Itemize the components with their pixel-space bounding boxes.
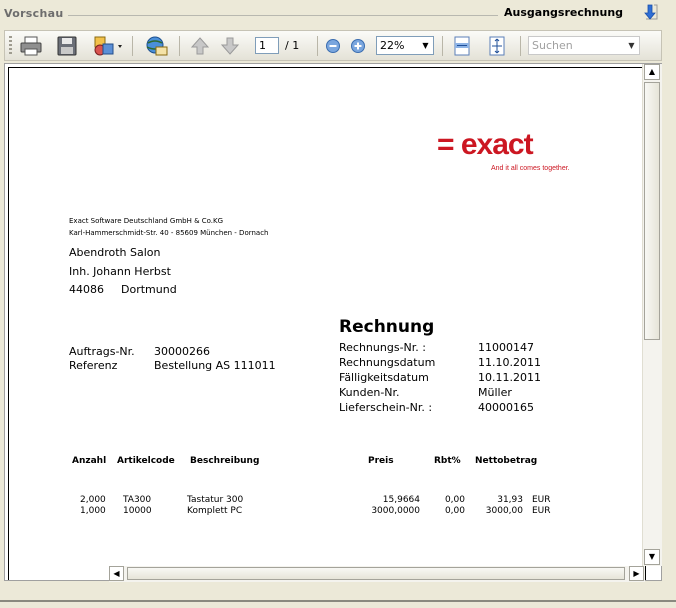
zoom-value: 22% [380,39,405,52]
chevron-down-icon[interactable]: ▼ [625,38,638,53]
sender-line-2: Karl-Hammerschmidt-Str. 40 - 85609 Münch… [69,229,269,237]
next-page-icon[interactable] [219,35,241,57]
chevron-down-icon[interactable]: ▼ [419,38,432,53]
zoom-in-icon[interactable] [349,35,367,57]
reference-value: Bestellung AS 111011 [154,359,276,372]
column-header-net: Nettobetrag [475,456,538,466]
window-title: Vorschau [4,7,64,20]
order-value: 30000266 [154,345,210,358]
page-number-input[interactable]: 1 [255,37,279,54]
horizontal-scrollbar[interactable]: ◀ ▶ [109,566,645,582]
invoice-field-value: Müller [478,386,512,399]
toolbar-separator [317,36,318,56]
invoice-field-value: 40000165 [478,401,534,414]
scroll-up-icon[interactable]: ▲ [644,64,660,80]
row-code: TA300 [123,495,152,505]
page-total-label: / 1 [285,39,300,52]
window-header: Vorschau Ausgangsrechnung [0,0,676,26]
row-description: Tastatur 300 [187,495,244,505]
print-icon[interactable] [19,35,43,57]
save-icon[interactable] [55,35,79,57]
invoice-field-value: 11000147 [478,341,534,354]
row-discount: 0,00 [444,495,465,505]
column-header-price: Preis [368,456,394,466]
row-qty: 1,000 [80,506,106,516]
row-description: Komplett PC [187,506,243,516]
recipient-city: Dortmund [121,283,177,296]
column-header-discount: Rbt% [434,456,461,466]
column-header-description: Beschreibung [190,456,260,466]
toolbar-separator [442,36,443,56]
vertical-scroll-thumb[interactable] [644,82,660,340]
invoice-field-label: Kunden-Nr. [339,386,400,399]
invoice-field-value: 11.10.2011 [478,356,541,369]
preview-toolbar: 1 / 1 22% ▼ Suchen ▼ [4,30,662,61]
invoice-field-label: Lieferschein-Nr. : [339,401,433,414]
column-header-code: Artikelcode [117,456,175,466]
email-globe-icon[interactable] [142,35,170,57]
row-currency: EUR [532,495,551,505]
logo-tagline: And it all comes together. [491,165,570,172]
invoice-field-value: 10.11.2011 [478,371,541,384]
scroll-down-icon[interactable]: ▼ [644,549,660,565]
row-price: 3000,0000 [371,506,420,516]
document-type-label: Ausgangsrechnung [504,6,624,19]
row-net: 31,93 [497,495,523,505]
invoice-field-label: Fälligkeitsdatum [339,371,429,384]
export-dropdown-icon[interactable] [91,35,125,57]
recipient-contact: Inh. Johann Herbst [69,265,171,278]
row-discount: 0,00 [444,506,465,516]
row-code: 10000 [123,506,152,516]
toolbar-separator [520,36,521,56]
exact-logo: = exact [437,128,534,161]
fit-page-icon[interactable] [486,35,508,57]
invoice-field-label: Rechnungsdatum [339,356,436,369]
recipient-zip: 44086 [69,283,104,296]
column-header-qty: Anzahl [72,456,107,466]
vertical-scrollbar[interactable]: ▲ ▼ [642,64,662,566]
fit-width-icon[interactable] [451,35,473,57]
toolbar-separator [132,36,133,56]
zoom-out-icon[interactable] [324,35,342,57]
reference-label: Referenz [69,359,118,372]
download-arrow-icon[interactable] [640,3,660,23]
row-qty: 2,000 [80,495,106,505]
toolbar-separator [179,36,180,56]
recipient-name: Abendroth Salon [69,246,161,259]
previous-page-icon[interactable] [189,35,211,57]
title-divider [68,15,498,16]
row-net: 3000,00 [485,506,523,516]
zoom-select[interactable]: 22% ▼ [376,36,434,55]
window-bottom-border [0,600,676,602]
toolbar-grip[interactable] [9,36,12,56]
row-currency: EUR [532,506,551,516]
invoice-field-label: Rechnungs-Nr. : [339,341,426,354]
search-input[interactable]: Suchen ▼ [528,36,640,55]
row-price: 15,9664 [382,495,420,505]
search-placeholder: Suchen [532,39,573,52]
order-label: Auftrags-Nr. [69,345,135,358]
scroll-left-icon[interactable]: ◀ [109,566,124,581]
sender-line-1: Exact Software Deutschland GmbH & Co.KG [69,217,224,225]
scroll-right-icon[interactable]: ▶ [629,566,644,581]
invoice-heading: Rechnung [339,317,435,337]
horizontal-scroll-thumb[interactable] [127,567,625,580]
